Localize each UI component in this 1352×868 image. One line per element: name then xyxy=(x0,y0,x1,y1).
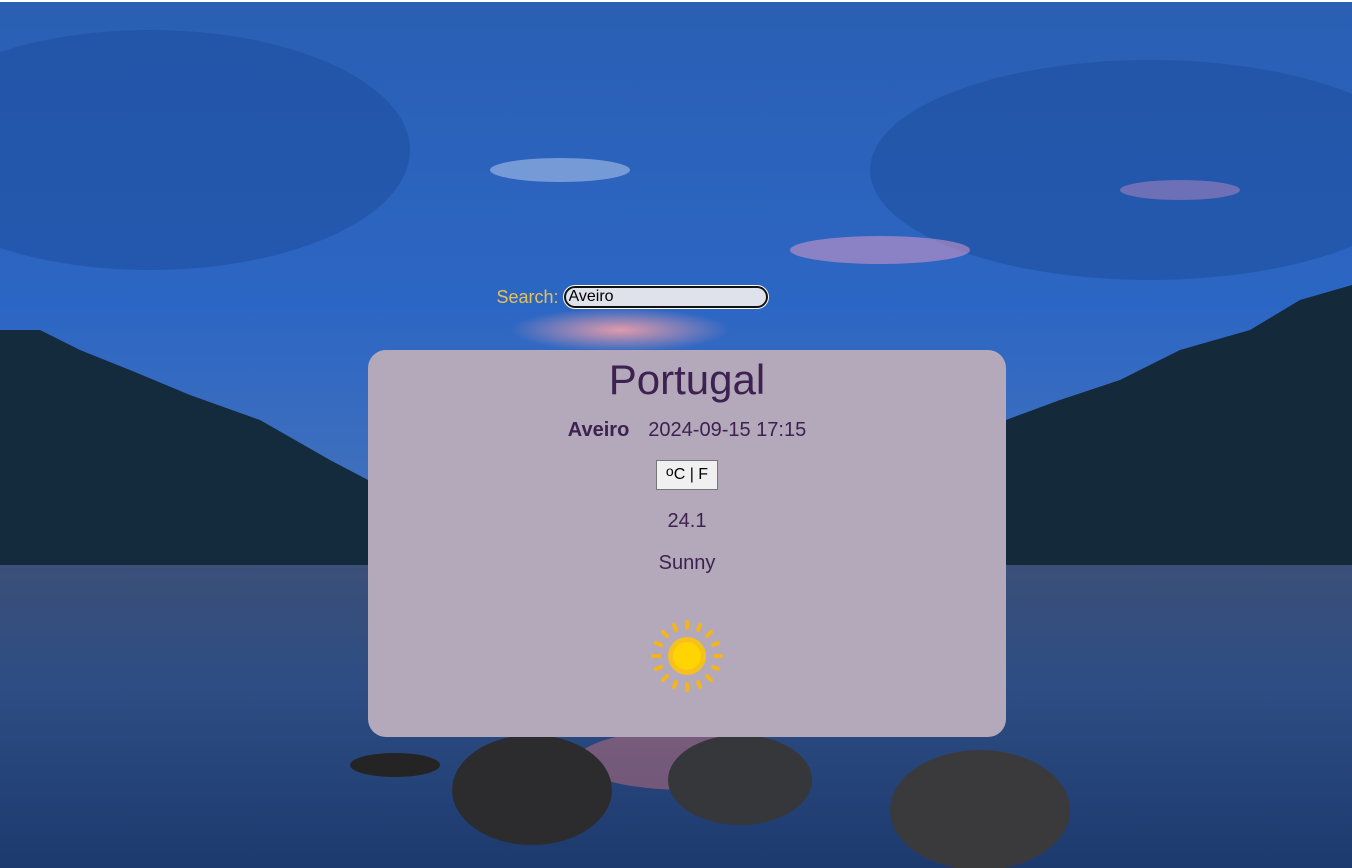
location-row: Aveiro 2024-09-15 17:15 xyxy=(568,419,806,442)
degree-superscript: o xyxy=(665,463,674,479)
city-name: Aveiro xyxy=(567,419,630,441)
search-input[interactable] xyxy=(563,286,768,308)
search-bar: Search: xyxy=(0,282,1352,312)
search-label: Search: xyxy=(496,286,559,307)
weather-condition: Sunny xyxy=(658,552,716,574)
unit-toggle-label: C | F xyxy=(673,466,709,483)
temperature-value: 24.1 xyxy=(667,510,707,532)
unit-toggle-button[interactable]: oC | F xyxy=(656,460,718,490)
country-name: Portugal xyxy=(608,356,766,403)
top-border-line xyxy=(0,0,1352,2)
local-datetime: 2024-09-15 17:15 xyxy=(648,419,807,441)
weather-card: Portugal Aveiro 2024-09-15 17:15 oC | F … xyxy=(368,350,1006,737)
sun-icon xyxy=(651,620,723,692)
